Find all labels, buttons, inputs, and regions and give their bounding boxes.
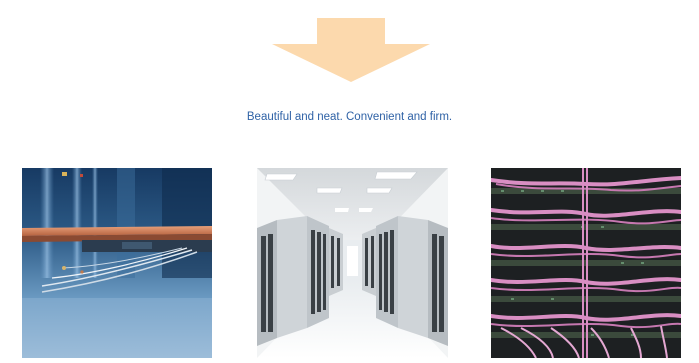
desk-edge-cable-photo [22,168,212,358]
gallery-image-desk-cables[interactable] [22,168,212,358]
down-arrow-icon [272,18,430,82]
server-room-aisle-photo [257,168,448,358]
gallery-image-server-room[interactable] [257,168,448,358]
page: Beautiful and neat. Convenient and firm. [0,0,699,363]
tagline-text: Beautiful and neat. Convenient and firm. [246,111,453,123]
rack-cable-bundles-photo [491,168,681,358]
gallery-image-rack-cables[interactable] [491,168,681,358]
